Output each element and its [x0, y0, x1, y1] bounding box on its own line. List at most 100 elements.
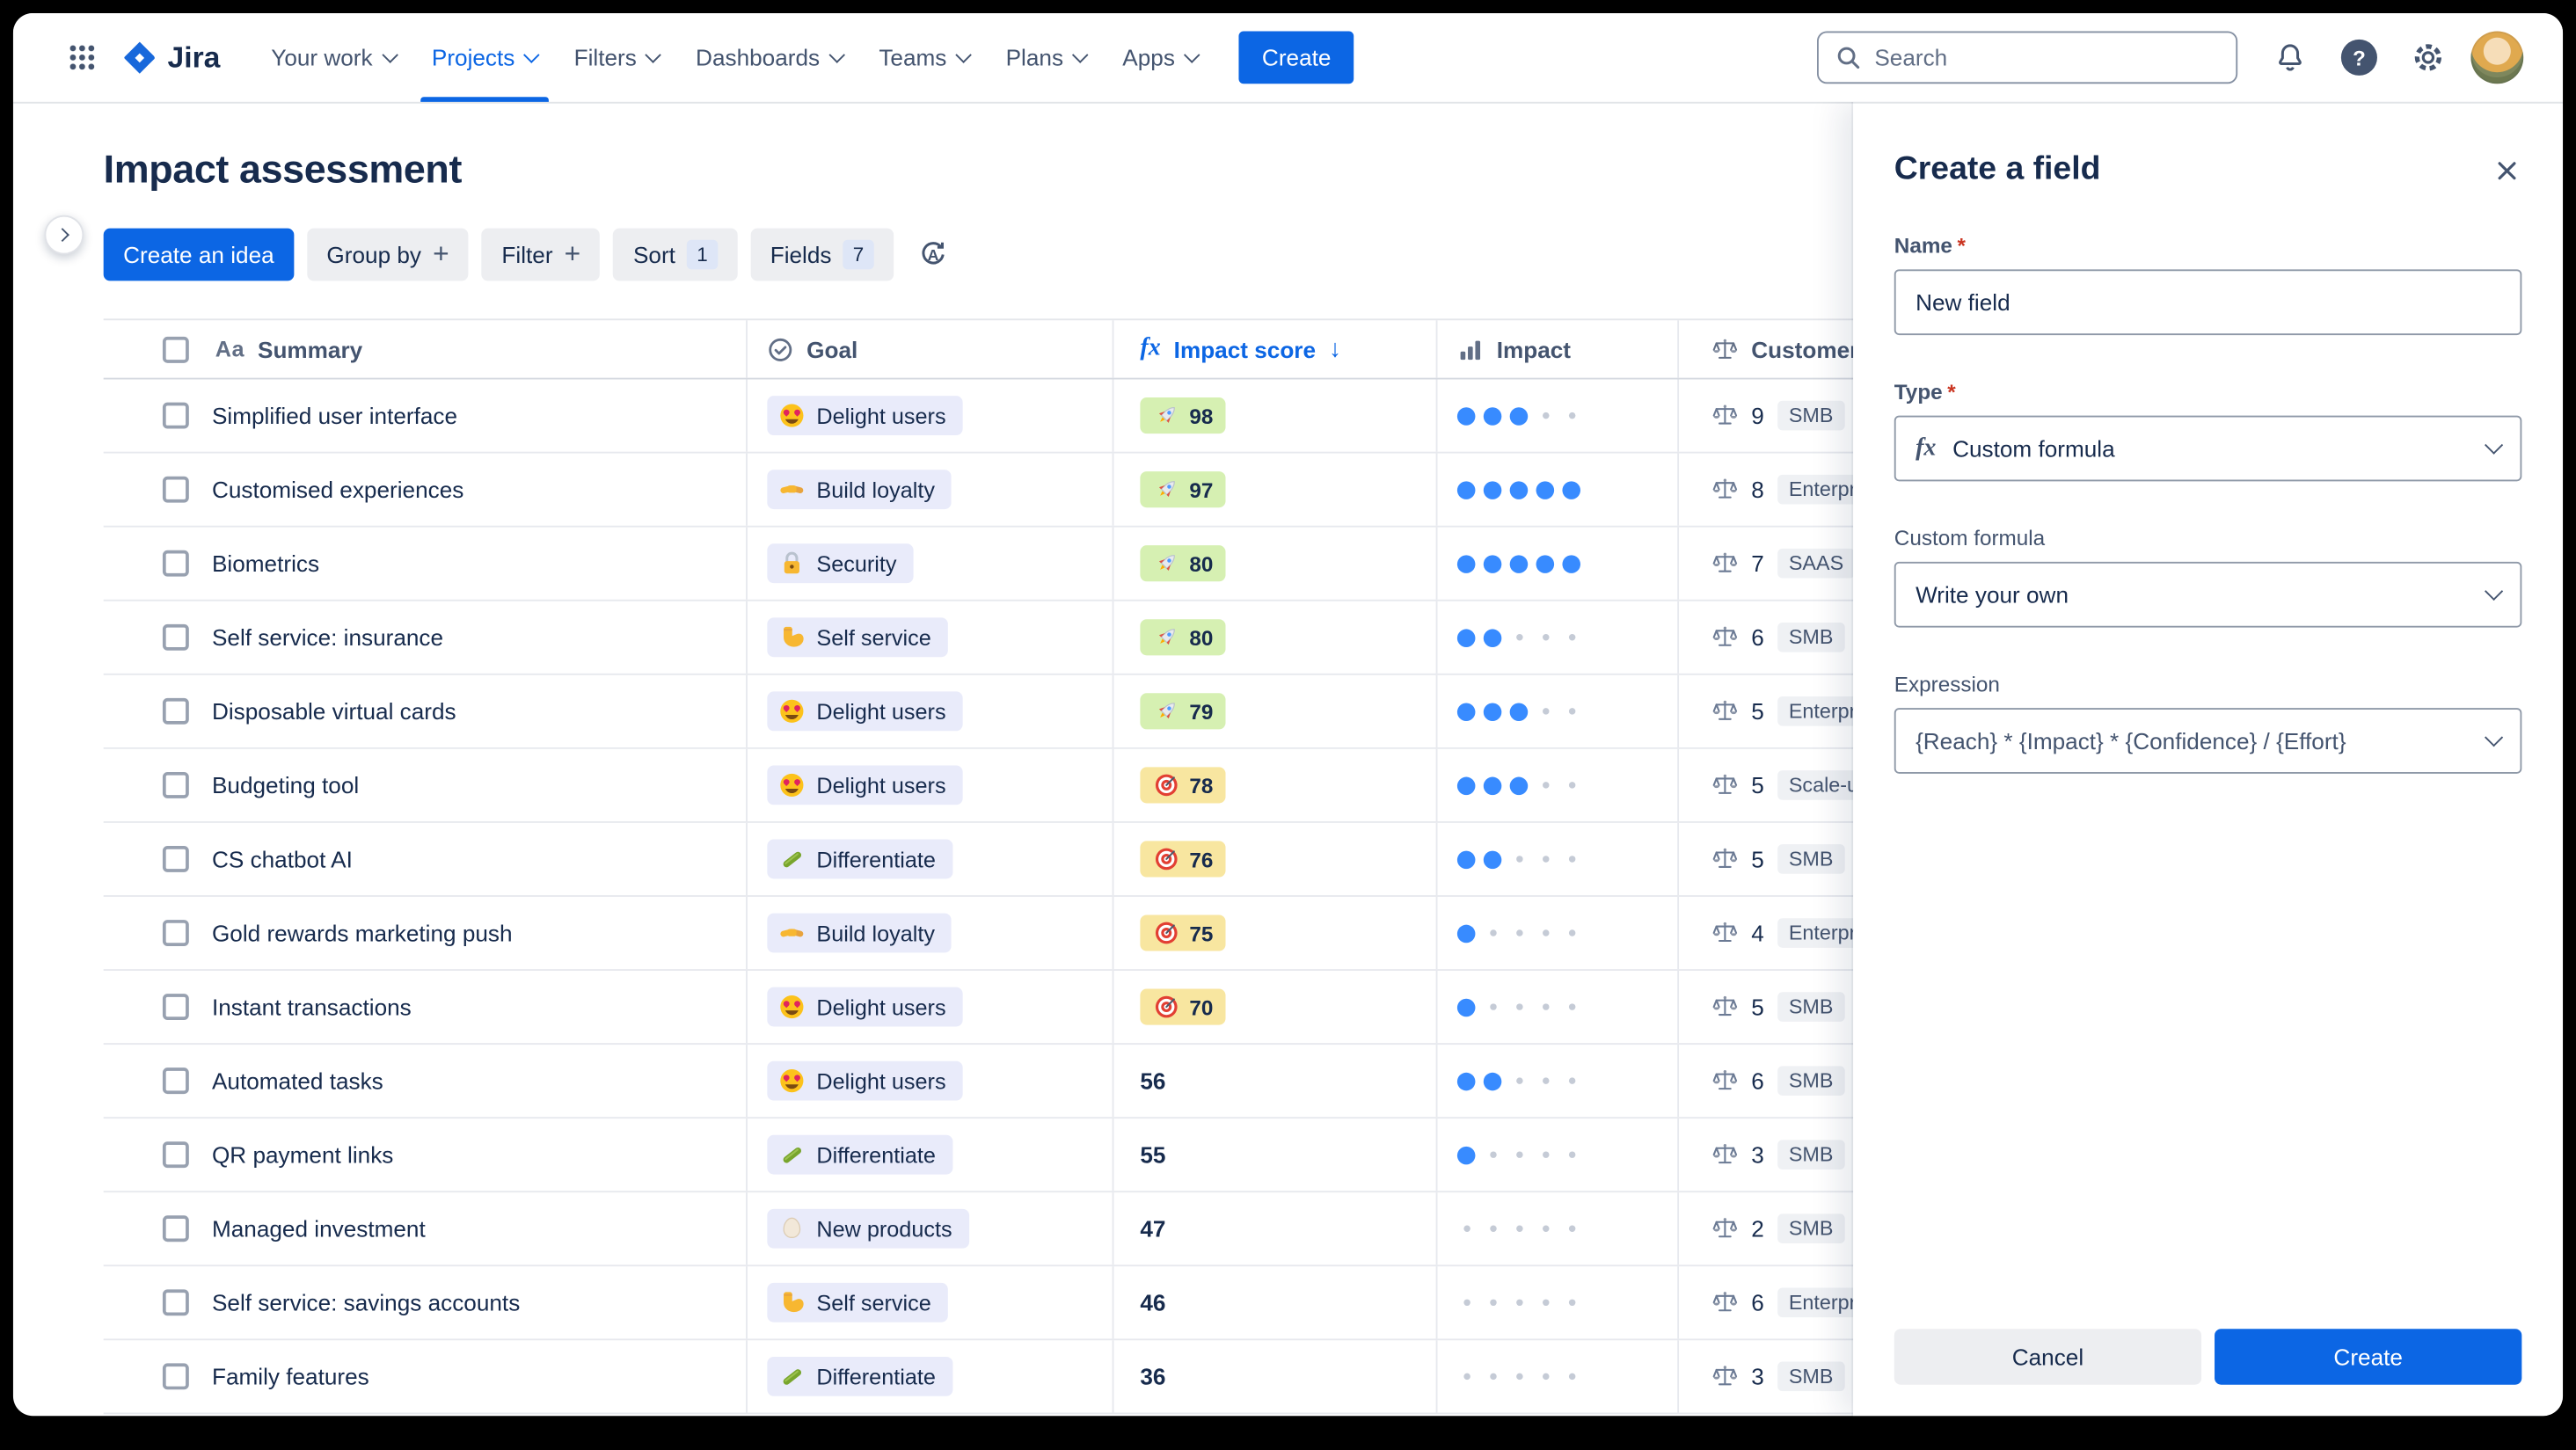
impact-cell[interactable] [1437, 1192, 1680, 1265]
jira-logo[interactable]: Jira [121, 40, 220, 76]
summary-cell[interactable]: Gold rewards marketing push [104, 896, 748, 970]
goal-tag[interactable]: Self service [767, 617, 948, 658]
idea-summary[interactable]: Managed investment [212, 1215, 426, 1242]
avatar[interactable] [2470, 31, 2524, 84]
row-checkbox[interactable] [162, 994, 189, 1021]
idea-summary[interactable]: Customised experiences [212, 477, 463, 503]
goal-cell[interactable]: Delight users [748, 748, 1114, 821]
table-row[interactable]: Self service: savings accounts Self servi… [103, 1266, 2041, 1341]
table-row[interactable]: Family features Differentiate 36 3 SMB [103, 1340, 2041, 1415]
idea-summary[interactable]: Disposable virtual cards [212, 698, 456, 725]
impact-cell[interactable] [1437, 453, 1680, 526]
nav-item-plans[interactable]: Plans [988, 13, 1105, 102]
impact-score-cell[interactable]: 56 [1113, 1045, 1438, 1118]
summary-cell[interactable]: Automated tasks [104, 1045, 748, 1118]
field-type-select[interactable]: fx Custom formula [1894, 415, 2522, 482]
goal-tag[interactable]: Differentiate [767, 839, 952, 879]
summary-cell[interactable]: Simplified user interface [104, 379, 748, 452]
goal-tag[interactable]: Differentiate [767, 1134, 952, 1175]
expression-select[interactable]: {Reach} * {Impact} * {Confidence} / {Eff… [1894, 708, 2522, 774]
impact-cell[interactable] [1437, 527, 1680, 600]
row-checkbox[interactable] [162, 1289, 189, 1316]
goal-cell[interactable]: Differentiate [748, 1118, 1114, 1191]
idea-summary[interactable]: Gold rewards marketing push [212, 920, 513, 946]
impact-cell[interactable] [1437, 748, 1680, 821]
goal-cell[interactable]: Delight users [748, 1045, 1114, 1118]
row-checkbox[interactable] [162, 1363, 189, 1390]
row-checkbox[interactable] [162, 697, 189, 725]
column-header-impact[interactable]: Impact [1437, 320, 1680, 378]
column-header-impact-score[interactable]: fx Impact score ↓ [1113, 320, 1438, 378]
impact-score-cell[interactable]: 78 [1113, 748, 1438, 821]
idea-summary[interactable]: Self service: insurance [212, 624, 443, 651]
goal-tag[interactable]: Build loyalty [767, 913, 952, 953]
filter-button[interactable]: Filter + [482, 228, 601, 281]
impact-score-cell[interactable]: 80 [1113, 527, 1438, 600]
formula-mode-select[interactable]: Write your own [1894, 561, 2522, 628]
impact-cell[interactable] [1437, 1340, 1680, 1413]
idea-summary[interactable]: Self service: savings accounts [212, 1289, 520, 1315]
row-checkbox[interactable] [162, 1067, 189, 1095]
goal-tag[interactable]: Differentiate [767, 1356, 952, 1396]
impact-score-cell[interactable]: 46 [1113, 1266, 1438, 1339]
impact-cell[interactable] [1437, 822, 1680, 896]
app-switcher-button[interactable] [56, 31, 109, 84]
goal-cell[interactable]: Build loyalty [748, 896, 1114, 970]
goal-cell[interactable]: Security [748, 527, 1114, 600]
create-button[interactable]: Create [1238, 31, 1354, 84]
impact-score-cell[interactable]: 79 [1113, 674, 1438, 747]
sort-button[interactable]: Sort 1 [613, 228, 738, 281]
goal-tag[interactable]: Delight users [767, 987, 963, 1027]
impact-score-cell[interactable]: 98 [1113, 379, 1438, 452]
summary-cell[interactable]: Budgeting tool [104, 748, 748, 821]
summary-cell[interactable]: Biometrics [104, 527, 748, 600]
goal-tag[interactable]: Delight users [767, 765, 963, 805]
goal-tag[interactable]: Self service [767, 1282, 948, 1322]
row-checkbox[interactable] [162, 846, 189, 872]
goal-cell[interactable]: New products [748, 1192, 1114, 1265]
summary-cell[interactable]: QR payment links [104, 1118, 748, 1191]
goal-tag[interactable]: Delight users [767, 691, 963, 732]
idea-summary[interactable]: CS chatbot AI [212, 846, 353, 872]
close-panel-button[interactable] [2481, 144, 2534, 197]
row-checkbox[interactable] [162, 920, 189, 946]
table-row[interactable]: Customised experiences Build loyalty 97 8 En… [103, 453, 2041, 528]
row-checkbox[interactable] [162, 623, 189, 651]
goal-tag[interactable]: New products [767, 1208, 969, 1249]
impact-score-cell[interactable]: 36 [1113, 1340, 1438, 1413]
notifications-button[interactable] [2264, 31, 2317, 84]
summary-cell[interactable]: Customised experiences [104, 453, 748, 526]
table-row[interactable]: QR payment links Differentiate 55 3 SMB [103, 1118, 2041, 1193]
impact-cell[interactable] [1437, 379, 1680, 452]
impact-score-cell[interactable]: 55 [1113, 1118, 1438, 1191]
goal-tag[interactable]: Build loyalty [767, 470, 952, 510]
select-all-checkbox[interactable] [162, 336, 189, 362]
summary-cell[interactable]: Managed investment [104, 1192, 748, 1265]
impact-cell[interactable] [1437, 1118, 1680, 1191]
impact-score-cell[interactable]: 80 [1113, 601, 1438, 674]
row-checkbox[interactable] [162, 402, 189, 429]
goal-tag[interactable]: Delight users [767, 1060, 963, 1101]
idea-summary[interactable]: Budgeting tool [212, 772, 359, 798]
nav-item-filters[interactable]: Filters [556, 13, 677, 102]
table-row[interactable]: Biometrics Security 80 7 SAAS [103, 527, 2041, 601]
idea-summary[interactable]: Automated tasks [212, 1067, 383, 1094]
rank-button[interactable]: A [907, 229, 960, 281]
impact-score-cell[interactable]: 47 [1113, 1192, 1438, 1265]
cancel-button[interactable]: Cancel [1894, 1329, 2202, 1385]
impact-cell[interactable] [1437, 970, 1680, 1044]
idea-summary[interactable]: Biometrics [212, 550, 319, 577]
expand-sidebar-button[interactable] [44, 215, 84, 255]
table-row[interactable]: CS chatbot AI Differentiate 76 5 SMB [103, 822, 2041, 897]
settings-button[interactable] [2402, 31, 2455, 84]
impact-cell[interactable] [1437, 1045, 1680, 1118]
group-by-button[interactable]: Group by + [307, 228, 470, 281]
summary-cell[interactable]: Disposable virtual cards [104, 674, 748, 747]
goal-cell[interactable]: Self service [748, 601, 1114, 674]
table-row[interactable]: Managed investment New products 47 2 SMB [103, 1192, 2041, 1267]
goal-cell[interactable]: Delight users [748, 674, 1114, 747]
search-box[interactable] [1816, 31, 2238, 84]
panel-create-button[interactable]: Create [2215, 1329, 2522, 1385]
nav-item-your-work[interactable]: Your work [253, 13, 414, 102]
row-checkbox[interactable] [162, 1141, 189, 1169]
